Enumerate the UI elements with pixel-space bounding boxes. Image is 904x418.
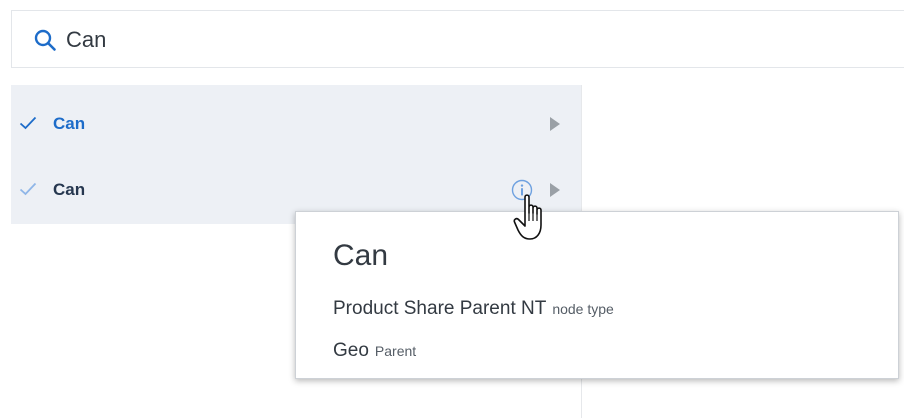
tooltip-node-type-row: Product Share Parent NT node type [333, 298, 614, 320]
tooltip-node-type-value: Product Share Parent NT [333, 298, 547, 319]
page: Can Can Can Product Share Parent NTnod [0, 0, 904, 418]
tooltip-parent-value: Geo [333, 340, 369, 361]
check-icon [19, 182, 37, 196]
tooltip-parent-row: Geo Parent [333, 340, 416, 362]
list-item[interactable]: Can [11, 94, 581, 154]
tooltip-parent-label: Parent [374, 343, 417, 359]
list-item-label: Can [53, 114, 86, 133]
search-bar[interactable] [11, 10, 904, 68]
chevron-right-icon[interactable] [549, 117, 560, 131]
check-icon [19, 116, 37, 130]
tooltip-node-type-label: node type [552, 301, 614, 317]
results-list: Can Can [11, 85, 581, 224]
hand-cursor-icon [513, 194, 542, 240]
info-tooltip: Can Product Share Parent NT node type Geo… [295, 211, 899, 379]
search-icon[interactable] [33, 28, 57, 52]
list-item-label: Can [53, 180, 86, 199]
tooltip-title: Can [333, 239, 389, 272]
search-input[interactable] [66, 23, 666, 57]
